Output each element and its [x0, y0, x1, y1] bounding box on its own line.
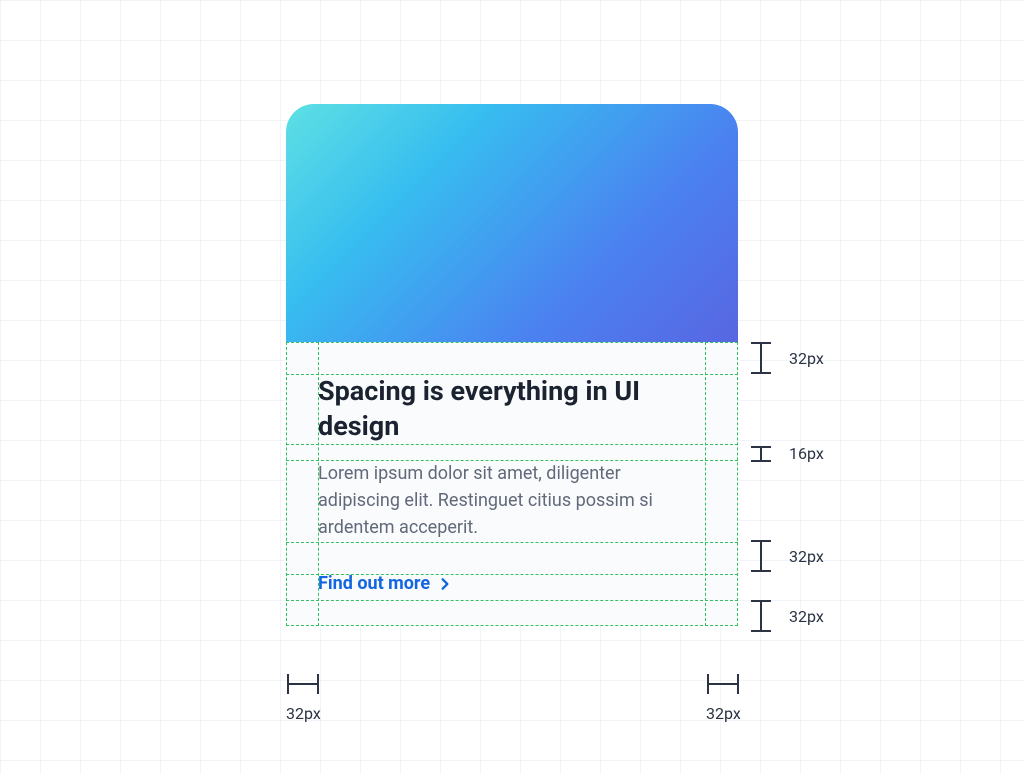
chevron-right-icon [438, 577, 452, 591]
caliper-icon [751, 540, 771, 572]
spacing-label: 16px [789, 444, 824, 463]
guide-line [286, 542, 738, 543]
card-title: Spacing is everything in UI design [318, 374, 706, 444]
spacing-label: 32px [706, 704, 741, 723]
card-body: Spacing is everything in UI design Lorem… [286, 342, 738, 626]
guide-line [737, 342, 738, 626]
guide-line [286, 342, 287, 626]
find-out-more-link[interactable]: Find out more [318, 573, 452, 594]
spacing-annotation-title-desc: 16px [751, 444, 824, 463]
spacing-label: 32px [789, 349, 824, 368]
card-description: Lorem ipsum dolor sit amet, diligenter a… [318, 460, 706, 541]
caliper-icon [707, 674, 739, 694]
example-card: Spacing is everything in UI design Lorem… [286, 104, 738, 626]
spacing-annotation-desc-link: 32px [751, 540, 824, 572]
link-label: Find out more [318, 573, 430, 594]
guide-line [286, 625, 738, 626]
guide-line [286, 600, 738, 601]
caliper-icon [751, 342, 771, 374]
card-hero-image [286, 104, 738, 342]
spacing-annotation-top: 32px [751, 342, 824, 374]
spacing-annotation-bottom: 32px [751, 600, 824, 632]
guide-line [286, 342, 738, 343]
spacing-label: 32px [286, 704, 321, 723]
spacing-label: 32px [789, 607, 824, 626]
caliper-icon [751, 446, 771, 462]
spacing-annotation-left: 32px [286, 674, 321, 723]
spacing-annotation-right: 32px [706, 674, 741, 723]
diagram-stage: Spacing is everything in UI design Lorem… [286, 104, 738, 626]
spacing-label: 32px [789, 547, 824, 566]
caliper-icon [751, 600, 771, 632]
caliper-icon [287, 674, 319, 694]
